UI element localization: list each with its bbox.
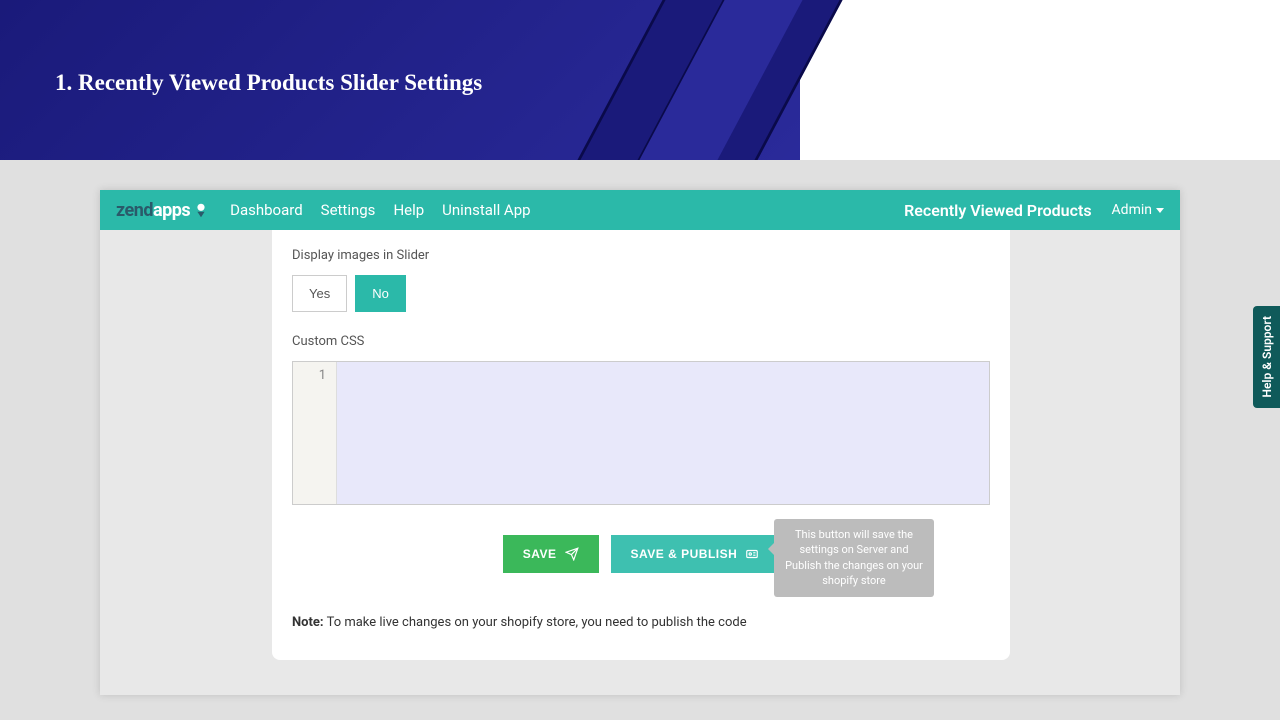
navbar: zendapps Dashboard Settings Help Uninsta… bbox=[100, 190, 1180, 230]
publish-tooltip: This button will save the settings on Se… bbox=[774, 519, 934, 597]
display-images-label: Display images in Slider bbox=[292, 248, 990, 263]
toggle-yes-button[interactable]: Yes bbox=[292, 275, 347, 312]
nav-dashboard[interactable]: Dashboard bbox=[230, 201, 303, 219]
nav-right: Recently Viewed Products Admin bbox=[904, 201, 1164, 220]
paper-plane-icon bbox=[565, 547, 579, 561]
save-publish-button[interactable]: SAVE & PUBLISH bbox=[611, 535, 780, 573]
banner: 1. Recently Viewed Products Slider Setti… bbox=[0, 0, 1280, 160]
admin-label: Admin bbox=[1112, 202, 1152, 218]
note-label: Note: bbox=[292, 615, 324, 630]
logo-text-zend: zend bbox=[116, 200, 153, 221]
admin-dropdown[interactable]: Admin bbox=[1112, 202, 1164, 218]
help-tab-label: Help & Support bbox=[1260, 316, 1274, 398]
note-text: To make live changes on your shopify sto… bbox=[324, 615, 747, 630]
nav-links: Dashboard Settings Help Uninstall App bbox=[230, 201, 530, 219]
app-title: Recently Viewed Products bbox=[904, 201, 1091, 220]
publish-icon bbox=[745, 547, 759, 561]
app-window: zendapps Dashboard Settings Help Uninsta… bbox=[100, 190, 1180, 695]
logo[interactable]: zendapps bbox=[116, 200, 210, 221]
save-button-label: SAVE bbox=[523, 547, 557, 561]
editor-gutter: 1 bbox=[293, 362, 337, 504]
logo-text-apps: apps bbox=[153, 200, 190, 221]
action-row: SAVE SAVE & PUBLISH This button will sav… bbox=[292, 535, 990, 573]
nav-uninstall[interactable]: Uninstall App bbox=[442, 201, 530, 219]
editor-textarea[interactable] bbox=[337, 362, 989, 504]
nav-help[interactable]: Help bbox=[393, 201, 424, 219]
page-title: 1. Recently Viewed Products Slider Setti… bbox=[55, 70, 482, 96]
toggle-no-button[interactable]: No bbox=[355, 275, 406, 312]
content-panel: Display images in Slider Yes No Custom C… bbox=[272, 230, 1010, 660]
chevron-down-icon bbox=[1156, 208, 1164, 213]
gutter-line-number: 1 bbox=[303, 368, 326, 383]
custom-css-editor[interactable]: 1 bbox=[292, 361, 990, 505]
app-body: Display images in Slider Yes No Custom C… bbox=[100, 230, 1180, 695]
note: Note: To make live changes on your shopi… bbox=[292, 615, 990, 630]
nav-settings[interactable]: Settings bbox=[321, 201, 376, 219]
display-images-toggle: Yes No bbox=[292, 275, 990, 312]
logo-mascot-icon bbox=[192, 201, 210, 219]
save-publish-button-label: SAVE & PUBLISH bbox=[631, 547, 738, 561]
help-support-tab[interactable]: Help & Support bbox=[1253, 306, 1280, 408]
custom-css-label: Custom CSS bbox=[292, 334, 990, 349]
save-button[interactable]: SAVE bbox=[503, 535, 599, 573]
